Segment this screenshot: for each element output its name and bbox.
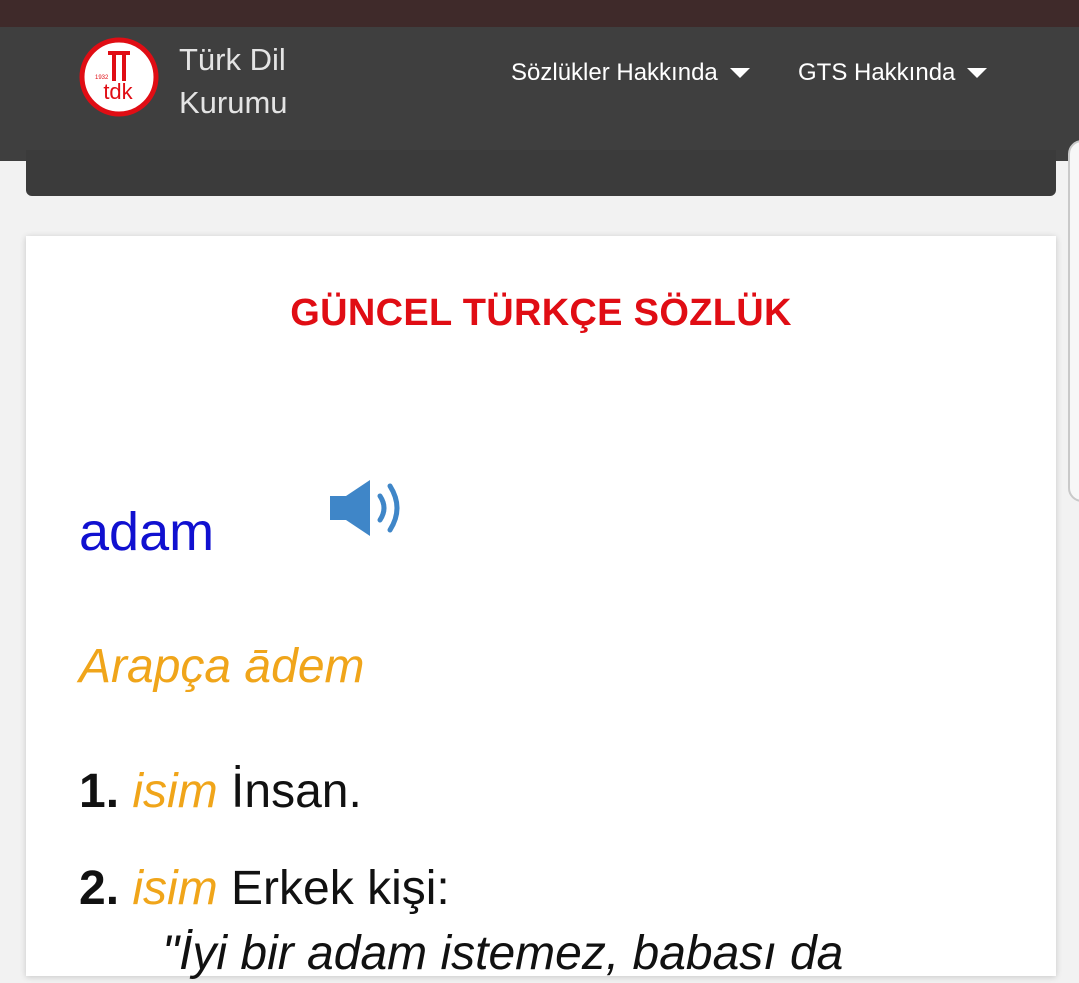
caret-down-icon: [729, 68, 750, 78]
dictionary-title: GÜNCEL TÜRKÇE SÖZLÜK: [290, 292, 792, 334]
sense-number: 1.: [79, 765, 120, 818]
definition-text: Erkek kişi:: [231, 862, 450, 915]
logo-mark-text: tdk: [103, 79, 133, 104]
example-sentence: "İyi bir adam istemez, babası da: [162, 927, 844, 980]
sense-1: 1. isim İnsan.: [79, 763, 362, 821]
etymology: Arapça ādem: [79, 640, 365, 693]
headword: adam: [79, 502, 215, 562]
caret-down-icon: [967, 68, 988, 78]
definition-text: İnsan.: [231, 765, 362, 818]
nav-sozlukler-hakkinda[interactable]: Sözlükler Hakkında: [511, 56, 750, 90]
speaker-icon[interactable]: [328, 476, 412, 540]
tdk-logo-icon[interactable]: tdk 1932: [79, 37, 159, 117]
navbar-extension: [26, 150, 1056, 196]
sense-2: 2. isim Erkek kişi:: [79, 860, 450, 918]
nav-sozlukler-label: Sözlükler Hakkında: [511, 59, 718, 86]
site-name[interactable]: Türk Dil Kurumu: [179, 38, 288, 124]
logo-year-text: 1932: [95, 75, 109, 81]
nav-gts-hakkinda[interactable]: GTS Hakkında: [798, 56, 988, 90]
sense-number: 2.: [79, 862, 120, 915]
nav-gts-label: GTS Hakkında: [798, 59, 956, 86]
site-name-line-1: Türk Dil: [179, 42, 286, 77]
site-name-line-2: Kurumu: [179, 85, 288, 120]
part-of-speech: isim: [132, 765, 218, 818]
part-of-speech: isim: [132, 862, 218, 915]
top-navbar: [0, 27, 1079, 161]
status-bar: [0, 0, 1079, 27]
